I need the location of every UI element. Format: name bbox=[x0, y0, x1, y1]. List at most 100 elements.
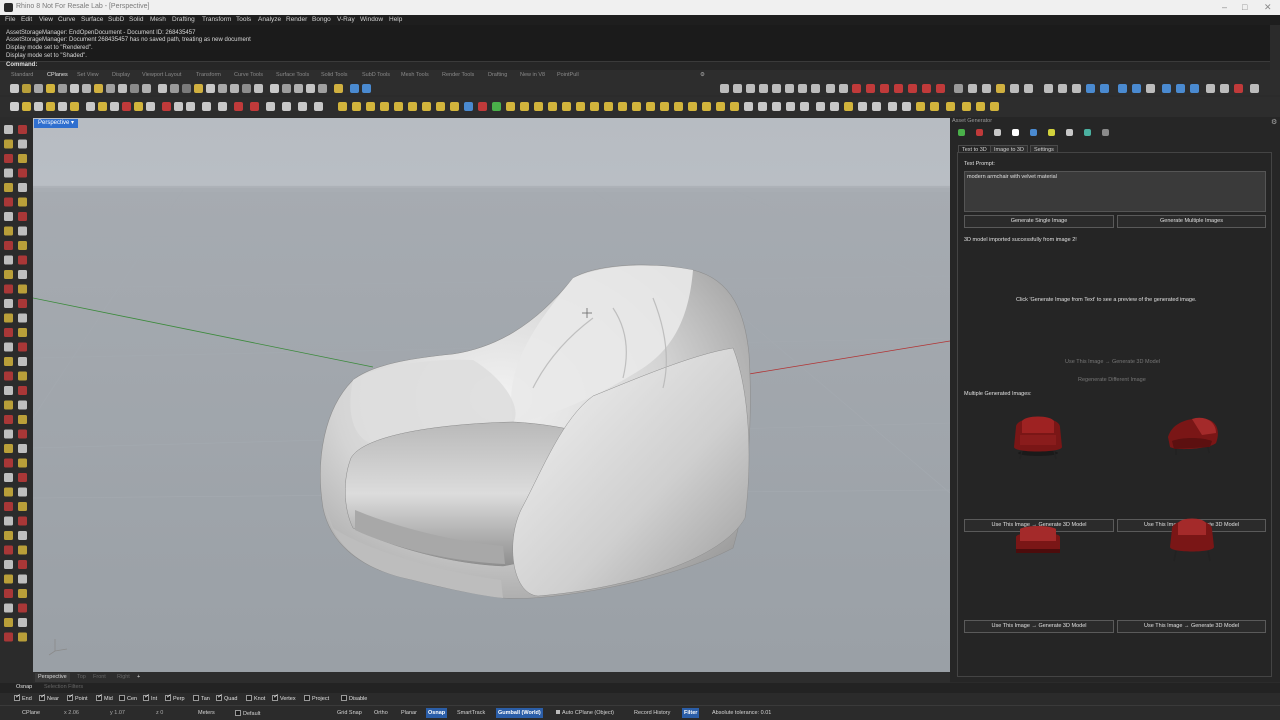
undo-view-icon[interactable] bbox=[798, 84, 807, 93]
radius-icon[interactable] bbox=[1176, 84, 1185, 93]
tab-display[interactable]: Display bbox=[112, 72, 130, 78]
network-icon[interactable] bbox=[562, 102, 571, 111]
generate-single-image-button[interactable]: Generate Single Image bbox=[964, 215, 1114, 228]
scale-icon[interactable] bbox=[380, 102, 389, 111]
osnap-tan[interactable]: Tan bbox=[193, 695, 210, 702]
left-tool-icon[interactable] bbox=[4, 125, 13, 134]
generate-multiple-images-button[interactable]: Generate Multiple Images bbox=[1117, 215, 1266, 228]
cplane-right-icon[interactable] bbox=[194, 84, 203, 93]
tab-curve-tools[interactable]: Curve Tools bbox=[234, 72, 263, 78]
revolve-icon[interactable] bbox=[548, 102, 557, 111]
fillet-icon[interactable] bbox=[266, 102, 275, 111]
regenerate-disabled-button[interactable]: Regenerate Different Image bbox=[1078, 377, 1146, 383]
cplane-object-icon[interactable] bbox=[46, 84, 55, 93]
match-icon[interactable] bbox=[604, 102, 613, 111]
cplane-x-icon[interactable] bbox=[318, 84, 327, 93]
osnap-perp-checkbox[interactable] bbox=[165, 693, 171, 701]
lights-icon[interactable] bbox=[996, 84, 1005, 93]
trim-icon[interactable] bbox=[282, 102, 291, 111]
zoom-icon[interactable] bbox=[746, 84, 755, 93]
rotate-view-icon[interactable] bbox=[733, 84, 742, 93]
menu-bongo[interactable]: Bongo bbox=[312, 16, 331, 23]
copy-icon[interactable] bbox=[352, 102, 361, 111]
osnap-toggle-icon[interactable] bbox=[1044, 84, 1053, 93]
left-tool-icon[interactable] bbox=[4, 284, 13, 294]
split-icon[interactable] bbox=[298, 102, 307, 111]
osnap-mid[interactable]: Mid bbox=[96, 693, 113, 702]
left-tool-icon[interactable] bbox=[4, 589, 13, 598]
ortho-toggle[interactable]: Ortho bbox=[374, 710, 388, 716]
use-image-3-button[interactable]: Use This Image → Generate 3D Model bbox=[964, 620, 1114, 633]
render-environment-icon[interactable] bbox=[908, 84, 917, 93]
text-icon[interactable] bbox=[122, 102, 131, 111]
viewport-dropdown-icon[interactable]: ▾ bbox=[71, 120, 74, 126]
add-viewport-tab-button[interactable]: + bbox=[137, 674, 140, 680]
cplane-yaxis-icon[interactable] bbox=[306, 84, 315, 93]
osnap-int[interactable]: Int bbox=[143, 693, 157, 702]
generated-image-1[interactable] bbox=[1008, 407, 1068, 465]
left-tool-icon[interactable] bbox=[4, 357, 13, 366]
osnap-disable[interactable]: Disable bbox=[341, 695, 367, 702]
osnap-int-checkbox[interactable] bbox=[143, 693, 149, 701]
left-tool-icon[interactable] bbox=[18, 632, 27, 642]
left-tool-icon[interactable] bbox=[4, 241, 13, 250]
unlock-icon[interactable] bbox=[1250, 84, 1259, 93]
left-tool-icon[interactable] bbox=[18, 284, 27, 294]
osnap-near-checkbox[interactable] bbox=[39, 693, 45, 701]
panel-icon-6[interactable] bbox=[1048, 129, 1055, 136]
viewport-tab-top[interactable]: Top bbox=[77, 674, 86, 680]
panel-icon-8[interactable] bbox=[1084, 129, 1091, 136]
menu-file[interactable]: File bbox=[5, 16, 15, 23]
cplane-snap-icon[interactable] bbox=[362, 84, 371, 93]
boolean-union-icon[interactable] bbox=[234, 102, 243, 111]
subd-icon[interactable] bbox=[218, 102, 227, 111]
section-icon[interactable] bbox=[674, 102, 683, 111]
left-tool-icon[interactable] bbox=[4, 574, 13, 584]
cplane-surface-icon[interactable] bbox=[106, 84, 115, 93]
clipping-plane-icon[interactable] bbox=[758, 102, 767, 111]
osnap-vertex-checkbox[interactable] bbox=[272, 693, 278, 701]
osnap-knot-checkbox[interactable] bbox=[246, 695, 252, 701]
snap-icon[interactable] bbox=[1072, 84, 1081, 93]
panel-icon-9[interactable] bbox=[1102, 129, 1109, 136]
plugin-icon[interactable] bbox=[916, 102, 925, 111]
sphere-icon[interactable] bbox=[174, 102, 183, 111]
osnap-vertex[interactable]: Vertex bbox=[272, 693, 296, 702]
history-icon[interactable] bbox=[830, 102, 839, 111]
curve-icon[interactable] bbox=[46, 102, 55, 111]
boolean-difference-icon[interactable] bbox=[250, 102, 259, 111]
left-tool-icon[interactable] bbox=[18, 531, 27, 540]
left-tool-icon[interactable] bbox=[18, 386, 27, 395]
left-tool-icon[interactable] bbox=[18, 502, 27, 511]
left-tool-icon[interactable] bbox=[18, 125, 27, 134]
tab-cplanes[interactable]: CPlanes bbox=[47, 72, 68, 78]
extra-tool-2-icon[interactable] bbox=[976, 102, 985, 111]
cplane-through-icon[interactable] bbox=[270, 84, 279, 93]
left-tool-icons[interactable] bbox=[0, 117, 32, 682]
left-tool-icon[interactable] bbox=[18, 226, 27, 236]
polyline-icon[interactable] bbox=[34, 102, 43, 111]
left-tool-icon[interactable] bbox=[18, 299, 27, 308]
record-history-toggle[interactable]: Record History bbox=[634, 710, 670, 716]
left-tool-icon[interactable] bbox=[4, 400, 13, 410]
menu-drafting[interactable]: Drafting bbox=[172, 16, 195, 23]
left-tool-icon[interactable] bbox=[4, 299, 13, 308]
render-settings-icon[interactable] bbox=[880, 84, 889, 93]
check-icon[interactable] bbox=[816, 102, 825, 111]
left-tool-icon[interactable] bbox=[18, 168, 27, 178]
render-materials-icon[interactable] bbox=[894, 84, 903, 93]
panel-icon-4[interactable] bbox=[1012, 129, 1019, 136]
left-tool-icon[interactable] bbox=[18, 212, 27, 221]
intersect-icon[interactable] bbox=[688, 102, 697, 111]
osnap-near[interactable]: Near bbox=[39, 693, 59, 702]
select-arrow-icon[interactable] bbox=[10, 102, 19, 111]
rectangle-icon[interactable] bbox=[86, 102, 95, 111]
panel-options-icon[interactable]: ⚙ bbox=[1271, 118, 1277, 126]
export-icon[interactable] bbox=[888, 102, 897, 111]
worksession-icon[interactable] bbox=[800, 102, 809, 111]
layers-icon[interactable] bbox=[954, 84, 963, 93]
left-tool-icon[interactable] bbox=[18, 270, 27, 279]
hatch-icon[interactable] bbox=[730, 102, 739, 111]
block-icon[interactable] bbox=[772, 102, 781, 111]
tab-set-view[interactable]: Set View bbox=[77, 72, 99, 78]
